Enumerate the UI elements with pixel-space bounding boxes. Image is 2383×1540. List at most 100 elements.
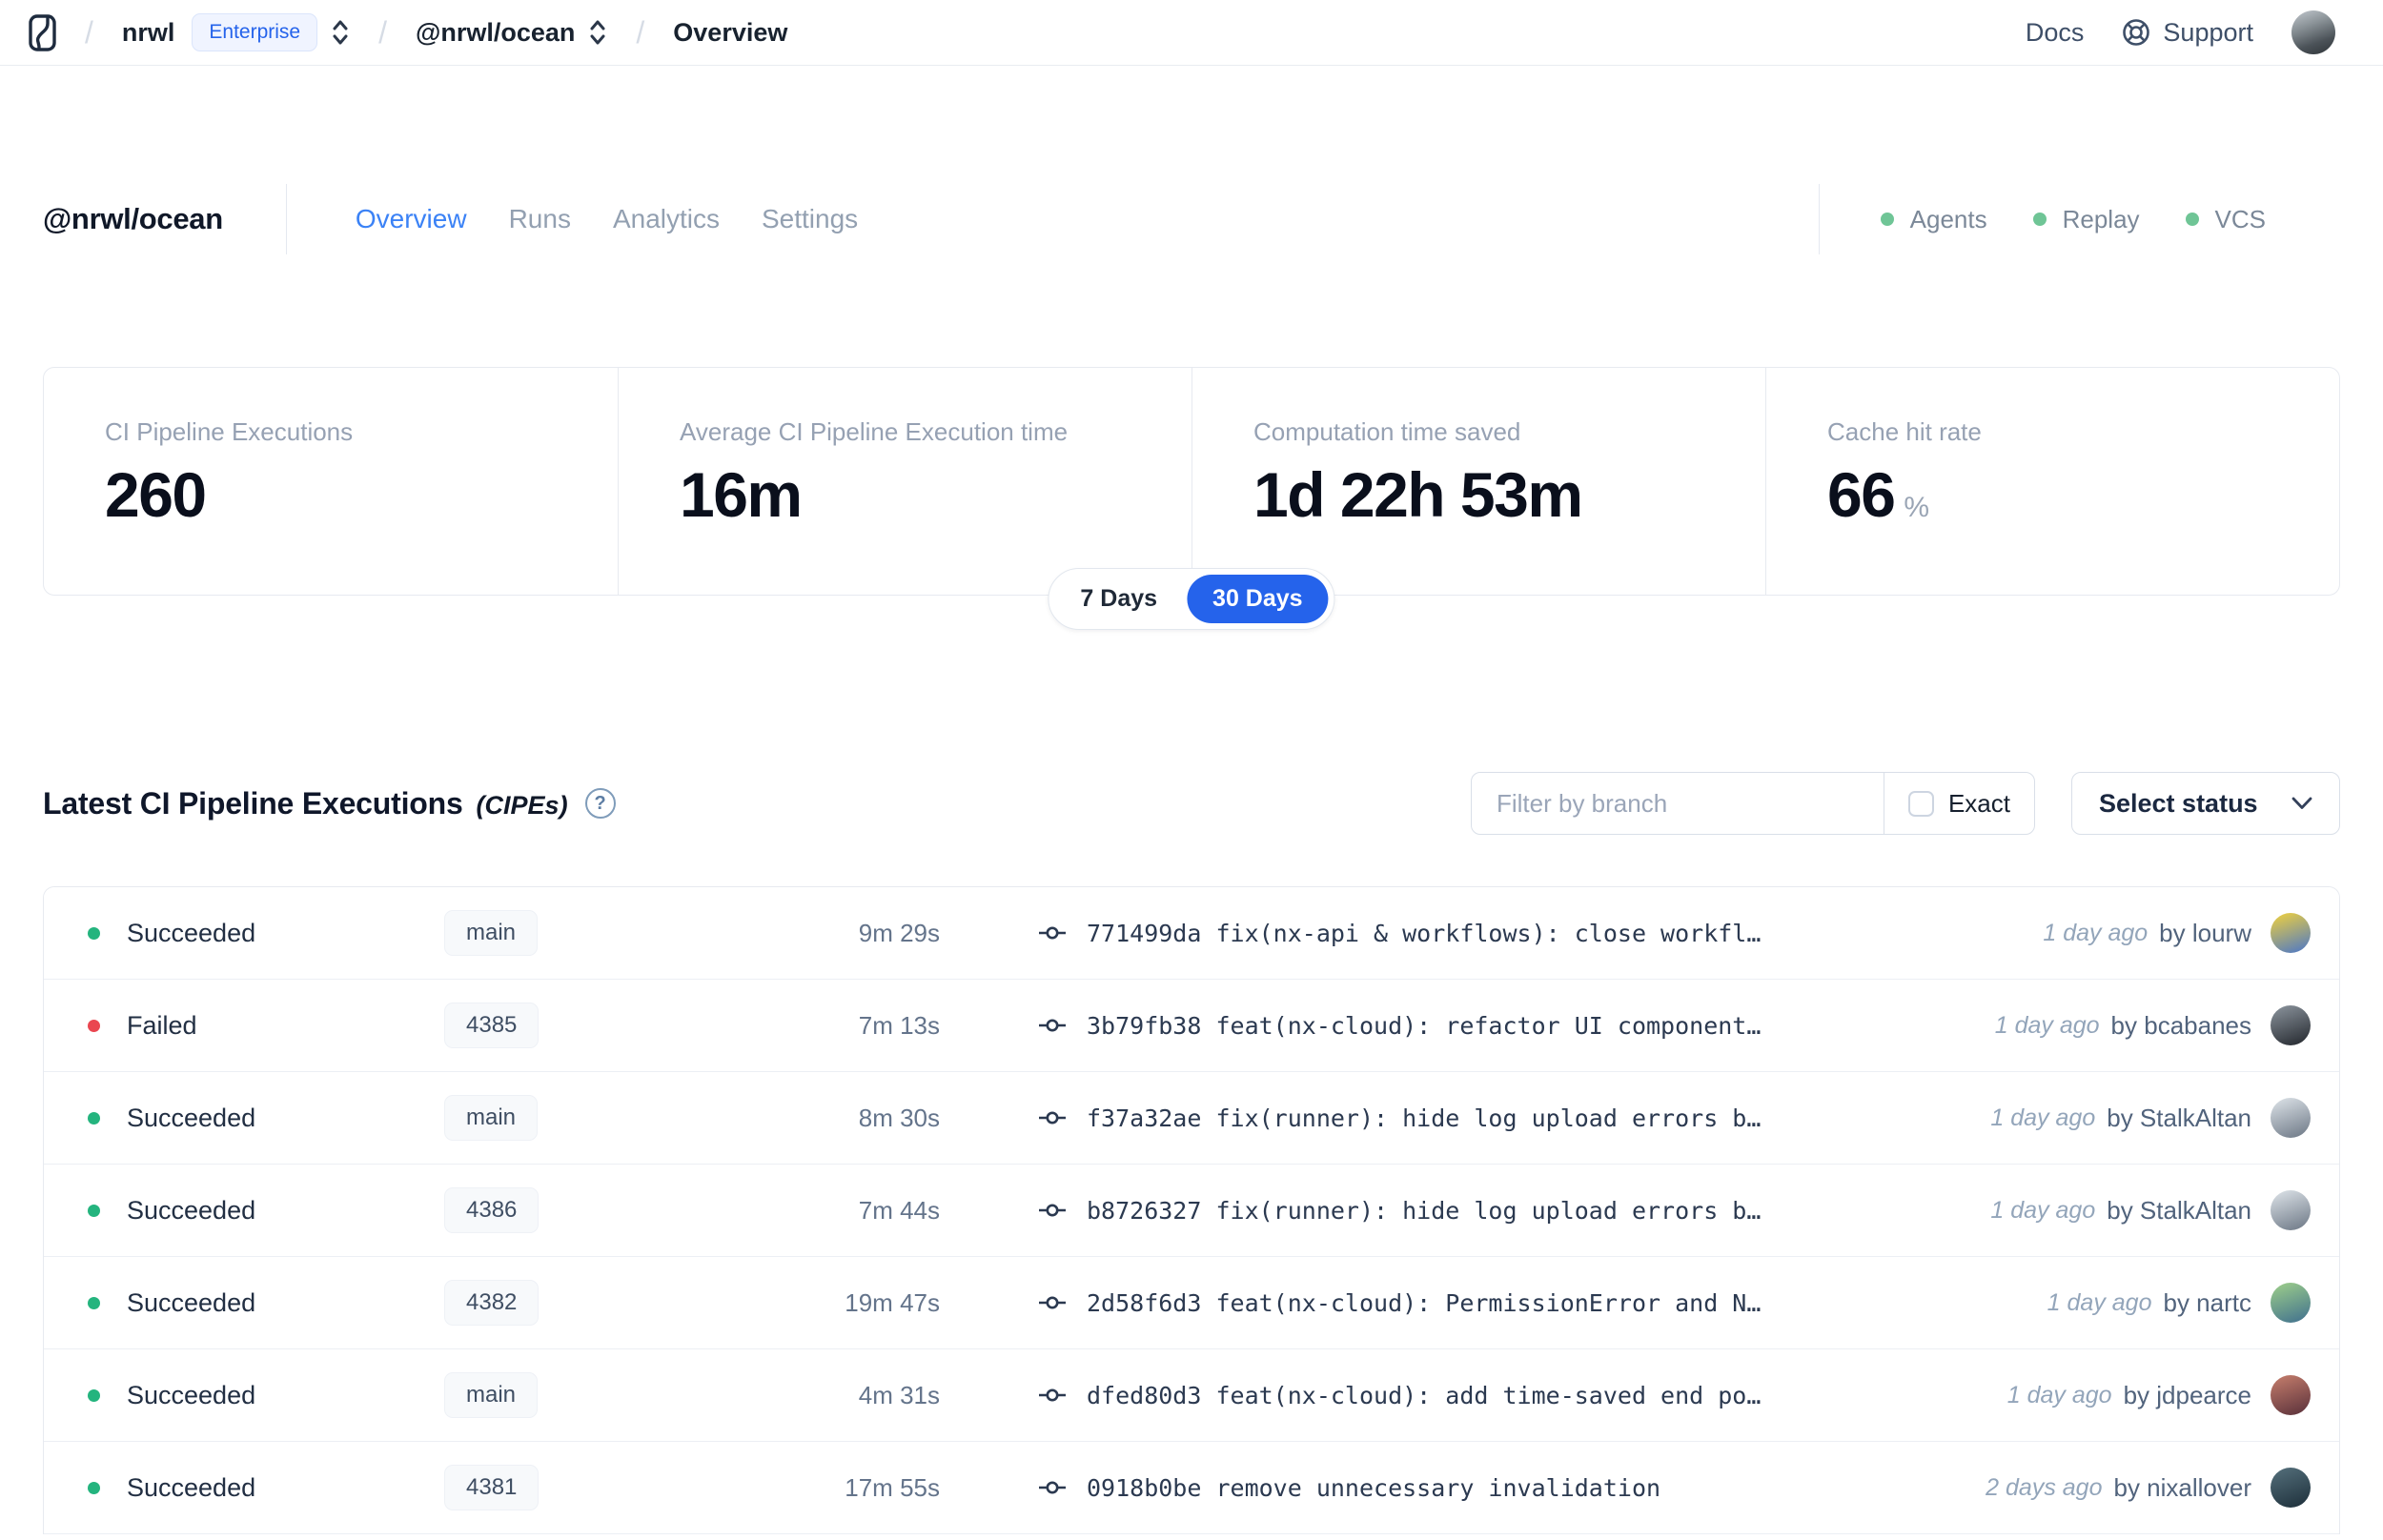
stat-average-execution-time: Average CI Pipeline Execution time 16m [618,368,1192,595]
exact-checkbox[interactable] [1907,790,1934,817]
cipe-duration: 8m 30s [858,1103,940,1132]
cipe-branch-cell: main [444,1372,673,1418]
green-status-dot-icon [2185,213,2199,226]
stats-card-container: CI Pipeline Executions 260 Average CI Pi… [43,367,2340,596]
breadcrumb-org[interactable]: nrwl [122,18,175,48]
cipe-status-cell: Succeeded [44,1473,444,1503]
cipe-row[interactable]: Succeeded 4382 19m 47s 2d58f6d3 feat(nx-… [44,1257,2339,1349]
tab-overview[interactable]: Overview [356,204,467,234]
cipe-status-cell: Succeeded [44,1196,444,1226]
cipe-row[interactable]: Succeeded 4386 7m 44s b8726327 fix(runne… [44,1165,2339,1257]
support-link[interactable]: Support [2122,18,2253,48]
cipe-author-cell: 1 day ago by nartc [2047,1283,2339,1323]
commit-message: 3b79fb38 feat(nx-cloud): refactor UI com… [1087,1011,1762,1040]
status-vcs-label: VCS [2214,204,2266,233]
avatar [2271,1468,2311,1508]
cipe-commit-cell: b8726327 fix(runner): hide log upload er… [1039,1197,1761,1225]
nx-cloud-logo-icon[interactable] [29,13,56,51]
header-divider [285,184,287,254]
toggle-30-days[interactable]: 30 Days [1187,575,1329,623]
cipe-duration: 9m 29s [858,918,940,947]
stat-label: Cache hit rate [1827,417,1982,446]
status-label: Succeeded [127,1103,256,1132]
docs-link[interactable]: Docs [2026,18,2085,48]
help-icon[interactable]: ? [584,788,616,819]
git-commit-icon [1039,1198,1066,1223]
status-agents[interactable]: Agents [1880,204,1987,234]
avatar [2271,1098,2311,1138]
toggle-7-days[interactable]: 7 Days [1054,575,1183,623]
git-commit-icon [1039,921,1066,945]
workspace-selector-chevrons-icon[interactable] [588,18,607,47]
select-status-label: Select status [2099,788,2258,818]
breadcrumb-separator: / [85,14,93,50]
cipe-row[interactable]: Succeeded main 9m 29s 771499da fix(nx-ap… [44,887,2339,980]
status-dot [88,1388,100,1402]
breadcrumb-workspace[interactable]: @nrwl/ocean [416,18,575,48]
exact-match-toggle[interactable]: Exact [1883,773,2034,834]
cipe-author-cell: 1 day ago by lourw [2043,913,2339,953]
cipe-row[interactable]: Failed 4385 7m 13s 3b79fb38 feat(nx-clou… [44,980,2339,1072]
breadcrumb-separator: / [636,14,645,50]
breadcrumb-page: Overview [673,17,788,47]
commit-message: 2d58f6d3 feat(nx-cloud): PermissionError… [1087,1288,1762,1317]
author-label: by bcabanes [2110,1010,2251,1040]
cipe-author-cell: 1 day ago by jdpearce [2007,1375,2339,1415]
commit-message: f37a32ae fix(runner): hide log upload er… [1087,1104,1762,1132]
author-label: by jdpearce [2123,1380,2251,1409]
status-vcs[interactable]: VCS [2185,204,2266,234]
time-ago: 1 day ago [2043,919,2149,946]
status-replay[interactable]: Replay [2032,205,2140,234]
status-label: Succeeded [127,1287,256,1317]
stat-value: 16m [680,459,803,530]
support-label: Support [2163,17,2253,47]
cipe-table: Succeeded main 9m 29s 771499da fix(nx-ap… [43,886,2340,1534]
cipe-status-cell: Failed [44,1011,444,1041]
status-label: Succeeded [127,1195,256,1225]
cipes-title-text: Latest CI Pipeline Executions [43,785,463,821]
cipe-duration: 4m 31s [858,1380,940,1409]
tab-analytics[interactable]: Analytics [613,204,720,234]
green-status-dot-icon [2032,213,2047,226]
cipe-row[interactable]: Succeeded 4381 17m 55s 0918b0be remove u… [44,1442,2339,1534]
branch-filter-input[interactable] [1472,773,1884,834]
cipes-title: Latest CI Pipeline Executions (CIPEs) [43,786,568,821]
status-dot [88,1019,100,1032]
branch-filter-group: Exact [1471,772,2035,835]
stat-ci-pipeline-executions: CI Pipeline Executions 260 [44,368,618,595]
select-status-dropdown[interactable]: Select status [2071,772,2340,835]
commit-message: b8726327 fix(runner): hide log upload er… [1087,1196,1762,1225]
cipe-branch-cell: 4381 [444,1465,673,1510]
commit-message: 771499da fix(nx-api & workflows): close … [1087,919,1762,947]
time-ago: 1 day ago [2047,1288,2152,1316]
cipe-author-cell: 1 day ago by StalkAltan [1990,1190,2339,1230]
cipe-author-cell: 2 days ago by nixallover [1986,1468,2339,1508]
org-selector-chevrons-icon[interactable] [331,18,350,47]
cipe-commit-cell: dfed80d3 feat(nx-cloud): add time-saved … [1039,1382,1761,1409]
status-agents-label: Agents [1909,204,1987,233]
branch-badge: main [444,910,539,956]
green-status-dot-icon [1880,213,1894,226]
topbar-right-group: Docs Support [2026,10,2335,54]
cipe-row[interactable]: Succeeded main 8m 30s f37a32ae fix(runne… [44,1072,2339,1165]
avatar [2271,1375,2311,1415]
author-label: by nixallover [2113,1472,2251,1502]
author-label: by nartc [2163,1287,2252,1317]
cipe-commit-cell: 0918b0be remove unnecessary invalidation [1039,1474,1660,1502]
time-ago: 1 day ago [1990,1196,2096,1224]
tab-runs[interactable]: Runs [509,204,571,234]
cipe-author-cell: 1 day ago by bcabanes [1995,1005,2339,1045]
stat-value: 260 [105,459,207,530]
header-divider [1818,184,1820,254]
enterprise-plan-badge[interactable]: Enterprise [192,13,318,51]
user-avatar[interactable] [2291,10,2335,54]
breadcrumb-separator: / [378,14,388,50]
cipe-row[interactable]: Succeeded main 4m 31s dfed80d3 feat(nx-c… [44,1349,2339,1442]
time-ago: 1 day ago [1990,1104,2096,1131]
status-dot [88,1111,100,1125]
avatar [2271,913,2311,953]
cipe-branch-cell: 4382 [444,1280,673,1326]
commit-message: dfed80d3 feat(nx-cloud): add time-saved … [1087,1381,1762,1409]
tab-settings[interactable]: Settings [762,204,858,234]
avatar [2271,1190,2311,1230]
